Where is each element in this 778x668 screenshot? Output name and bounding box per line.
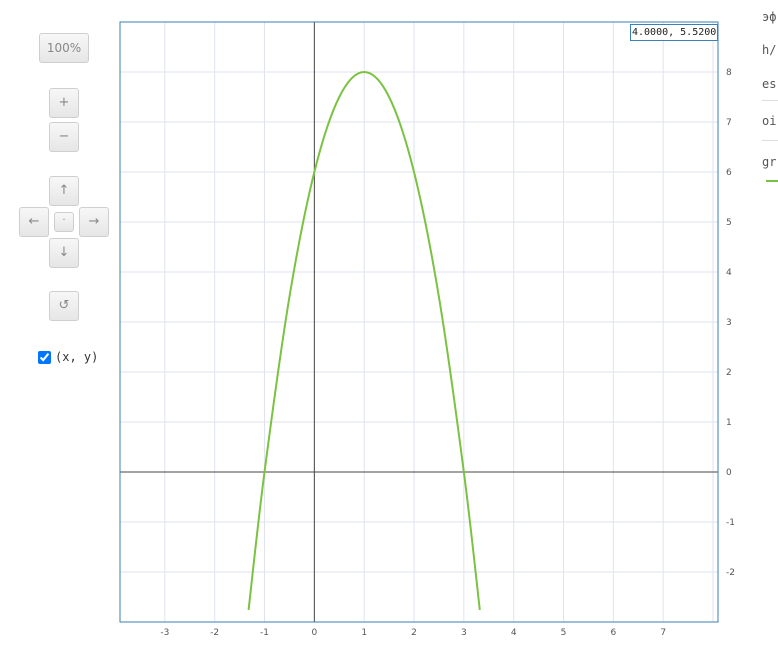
legend-divider <box>762 140 778 141</box>
y-tick-label: 2 <box>726 368 732 378</box>
y-tick-label: -1 <box>726 518 735 528</box>
y-tick-label: 8 <box>726 68 732 78</box>
legend-text-fragment: es <box>762 77 777 91</box>
y-tick-label: 0 <box>726 468 732 478</box>
legend-text-fragment: эф <box>762 10 777 24</box>
legend-text-fragment: oi <box>762 114 777 128</box>
y-tick-label: -2 <box>726 568 735 578</box>
legend-text-fragment: gr <box>762 155 777 169</box>
x-tick-label: 7 <box>660 628 666 638</box>
x-tick-label: -2 <box>210 628 219 638</box>
series-swatch <box>766 180 778 182</box>
function-plot[interactable]: -3 -2 -1 0 1 2 3 4 5 6 7 -2 -1 0 1 2 3 4 5 6 7 8 <box>0 0 778 668</box>
x-tick-label: -1 <box>260 628 269 638</box>
y-tick-label: 7 <box>726 118 732 128</box>
legend-text-fragment: h/ <box>762 43 777 57</box>
x-tick-label: 2 <box>411 628 417 638</box>
x-tick-label: 4 <box>511 628 517 638</box>
x-tick-label: 6 <box>610 628 616 638</box>
y-tick-label: 6 <box>726 168 732 178</box>
legend-panel: эф h/ es oi gr <box>762 0 778 200</box>
y-tick-label: 5 <box>726 218 732 228</box>
x-tick-label: 5 <box>561 628 567 638</box>
legend-divider <box>762 100 778 101</box>
y-tick-label: 3 <box>726 318 732 328</box>
y-tick-label: 1 <box>726 418 732 428</box>
y-tick-label: 4 <box>726 268 732 278</box>
x-tick-label: 3 <box>461 628 467 638</box>
x-tick-label: 1 <box>361 628 367 638</box>
x-tick-label: -3 <box>160 628 169 638</box>
coordinate-readout: 4.0000, 5.5200 <box>630 24 718 41</box>
x-tick-label: 0 <box>311 628 317 638</box>
grid-lines <box>120 21 718 623</box>
